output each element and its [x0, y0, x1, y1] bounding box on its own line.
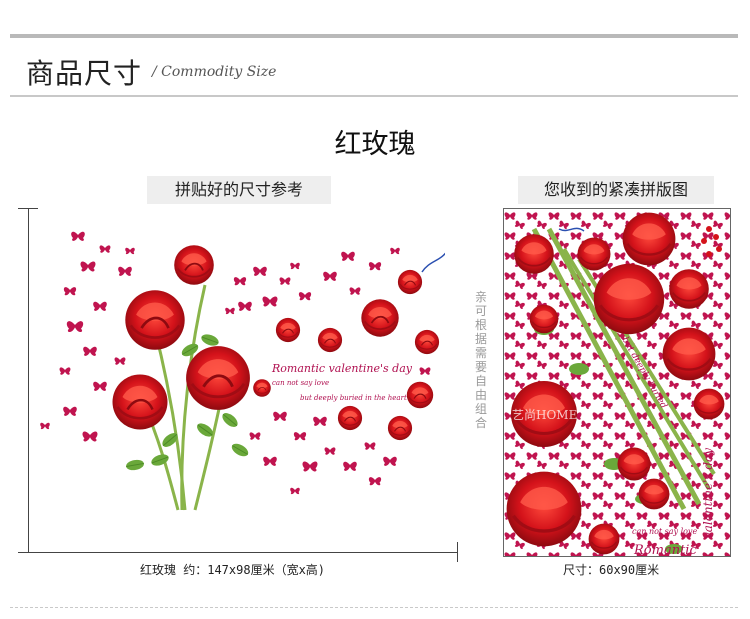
product-name: 红玫瑰 [334, 129, 416, 160]
applied-size-caption: 红玫瑰 约：147x98厘米（宽x高) [140, 563, 326, 577]
width-measure-end-tick [457, 542, 458, 562]
footer-dashed-rule [10, 607, 738, 608]
header-bottom-rule [10, 95, 738, 97]
section-subtitle: / Commodity Size [152, 64, 277, 80]
section-title: 商品尺寸 [26, 57, 143, 90]
applied-sticker-image: Romantic valentine's day can not say lov… [30, 220, 449, 540]
packed-sticker-sheet-illustration: 艺尚HOME Romantic can not say love valenti… [504, 209, 730, 556]
rose-wall-sticker-illustration: Romantic valentine's day can not say lov… [40, 231, 449, 511]
watermark: 艺尚HOME [512, 408, 577, 422]
sticker-text-buried: but deeply buried in the heart [300, 394, 407, 402]
combination-note: 亲可根据需要自由组合 [474, 290, 487, 430]
packed-text-romantic: Romantic [633, 543, 697, 556]
sticker-text-love: can not say love [272, 379, 329, 387]
received-layout-label: 您收到的紧凑拼版图 [518, 176, 714, 204]
header-top-rule [10, 34, 738, 38]
packed-text-valentine: valentine's day [701, 448, 715, 539]
packed-text-love: can not say love [632, 527, 698, 536]
packed-size-caption: 尺寸：60x90厘米 [563, 563, 660, 577]
width-measure-line [28, 552, 458, 553]
applied-size-label: 拼贴好的尺寸参考 [147, 176, 331, 204]
sticker-text-romantic: Romantic valentine's day [271, 362, 413, 375]
height-measure-line [28, 208, 29, 552]
packed-layout-image: 艺尚HOME Romantic can not say love valenti… [503, 208, 731, 557]
